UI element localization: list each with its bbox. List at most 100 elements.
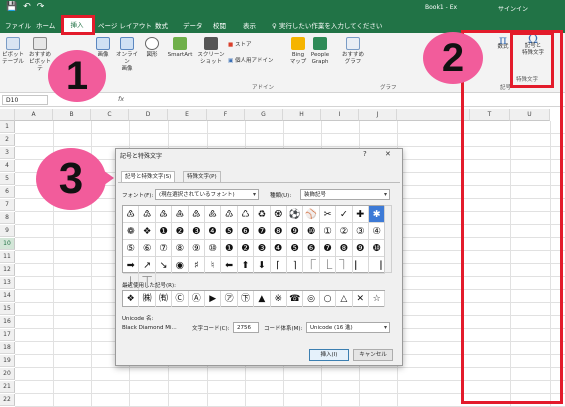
row-header[interactable]: 17: [0, 329, 15, 341]
symbol-cell[interactable]: ❻: [237, 223, 255, 240]
symbol-cell[interactable]: ❹: [270, 240, 287, 257]
symbol-cell[interactable]: ◉: [172, 257, 189, 274]
name-box[interactable]: D10: [2, 95, 48, 105]
symbol-cell[interactable]: ❼: [319, 240, 337, 257]
recent-symbol-cell[interactable]: △: [336, 291, 353, 307]
column-header[interactable]: D: [129, 109, 168, 121]
symbol-grid-scrollbar[interactable]: [384, 205, 392, 273]
symbol-cell[interactable]: ❶: [155, 223, 173, 240]
recent-symbol-cell[interactable]: ㊦: [238, 291, 255, 307]
symbol-cell[interactable]: ❷: [172, 223, 189, 240]
symbol-cell[interactable]: ❺: [287, 240, 304, 257]
symbol-cell[interactable]: ❁: [123, 223, 140, 240]
symbol-cell[interactable]: ❽: [270, 223, 287, 240]
symbol-cell[interactable]: ♶: [172, 206, 189, 223]
row-header[interactable]: 1: [0, 121, 15, 133]
close-icon[interactable]: ✕: [385, 150, 391, 158]
symbol-cell[interactable]: ❖: [139, 223, 156, 240]
pivot-table-button[interactable]: ピボット テーブル: [2, 37, 24, 66]
row-header[interactable]: 8: [0, 212, 15, 224]
symbol-cell[interactable]: ❿: [369, 240, 386, 257]
symbol-cell[interactable]: ⎾: [303, 257, 320, 274]
column-header[interactable]: J: [359, 109, 397, 121]
symbol-cell[interactable]: ❻: [303, 240, 320, 257]
symbol-cell[interactable]: ♵: [155, 206, 173, 223]
symbol-cell[interactable]: ⬆: [237, 257, 255, 274]
symbol-cell[interactable]: ♯: [188, 257, 205, 274]
row-header[interactable]: 3: [0, 147, 15, 159]
symbol-cell[interactable]: ❾: [287, 223, 304, 240]
symbol-cell[interactable]: ❷: [237, 240, 255, 257]
save-icon[interactable]: 💾: [6, 2, 17, 12]
symbol-cell[interactable]: ❽: [336, 240, 353, 257]
symbol-cell[interactable]: ⏋: [336, 257, 353, 274]
redo-icon[interactable]: ↷: [37, 2, 45, 12]
row-header[interactable]: 16: [0, 316, 15, 328]
recent-symbol-cell[interactable]: ◎: [303, 291, 320, 307]
screenshot-button[interactable]: スクリーン ショット: [196, 37, 226, 66]
symbol-cell[interactable]: ✂: [319, 206, 337, 223]
signin-link[interactable]: サインイン: [498, 4, 528, 13]
row-header[interactable]: 4: [0, 160, 15, 172]
symbol-cell[interactable]: ♳: [123, 206, 140, 223]
row-header[interactable]: 22: [0, 394, 15, 406]
column-header[interactable]: H: [283, 109, 321, 121]
tab-view[interactable]: 表示: [243, 20, 256, 30]
recent-symbol-cell[interactable]: Ⓒ: [172, 291, 189, 307]
tab-formulas[interactable]: 数式: [155, 20, 168, 30]
recent-symbol-cell[interactable]: ▲: [254, 291, 271, 307]
symbol-cell[interactable]: ❿: [303, 223, 320, 240]
cancel-button[interactable]: キャンセル: [353, 349, 393, 361]
symbol-cell[interactable]: ②: [336, 223, 353, 240]
symbol-cell[interactable]: ✓: [336, 206, 353, 223]
symbol-cell[interactable]: ♻: [254, 206, 271, 223]
symbol-cell[interactable]: ↘: [155, 257, 173, 274]
recent-symbol-cell[interactable]: ○: [320, 291, 337, 307]
image-button[interactable]: 画像: [94, 37, 112, 59]
symbol-cell[interactable]: ♴: [139, 206, 156, 223]
font-select[interactable]: (現在選択されているフォント): [155, 189, 259, 200]
row-header[interactable]: 6: [0, 186, 15, 198]
symbol-cell[interactable]: ♹: [221, 206, 238, 223]
symbol-cell[interactable]: ♼: [270, 206, 287, 223]
symbol-cell[interactable]: ❾: [352, 240, 369, 257]
column-header[interactable]: A: [15, 109, 53, 121]
column-header[interactable]: F: [207, 109, 245, 121]
row-header[interactable]: 20: [0, 368, 15, 380]
symbol-cell[interactable]: ❸: [254, 240, 271, 257]
tab-data[interactable]: データ: [183, 20, 203, 30]
row-header[interactable]: 13: [0, 277, 15, 289]
recent-symbol-cell[interactable]: ✕: [353, 291, 369, 307]
row-header[interactable]: 15: [0, 303, 15, 315]
symbol-cell[interactable]: ➡: [123, 257, 140, 274]
symbol-cell[interactable]: ⌈: [270, 257, 287, 274]
recent-symbol-cell[interactable]: ※: [271, 291, 287, 307]
undo-icon[interactable]: ↶: [23, 2, 31, 12]
subset-select[interactable]: 装飾記号: [300, 189, 390, 200]
symbol-cell[interactable]: ⑤: [123, 240, 140, 257]
symbol-cell[interactable]: ♸: [205, 206, 222, 223]
row-header[interactable]: 5: [0, 173, 15, 185]
shapes-button[interactable]: 図形: [143, 37, 161, 59]
column-header[interactable]: I: [321, 109, 359, 121]
tell-me-search[interactable]: ♀ 実行したい作業を入力してください: [272, 20, 382, 30]
symbol-cell[interactable]: ③: [352, 223, 369, 240]
tab-file[interactable]: ファイル: [5, 20, 31, 30]
recent-symbol-cell[interactable]: ☆: [369, 291, 386, 307]
symbol-cell[interactable]: ❶: [221, 240, 238, 257]
row-header[interactable]: 19: [0, 355, 15, 367]
symbol-cell[interactable]: ♷: [188, 206, 205, 223]
column-header[interactable]: E: [168, 109, 207, 121]
recent-symbol-cell[interactable]: ☎: [287, 291, 304, 307]
tab-home[interactable]: ホーム: [36, 20, 55, 30]
row-header[interactable]: 10: [0, 238, 15, 250]
recent-symbol-cell[interactable]: ㈲: [156, 291, 173, 307]
row-header[interactable]: 14: [0, 290, 15, 302]
symbol-cell[interactable]: ❼: [254, 223, 271, 240]
symbol-cell[interactable]: ❸: [188, 223, 205, 240]
row-header[interactable]: 7: [0, 199, 15, 211]
recommended-charts-button[interactable]: おすすめ グラフ: [340, 37, 366, 66]
recent-symbol-cell[interactable]: ㈱: [139, 291, 156, 307]
my-addins-button[interactable]: ▣ 個人用アドイン: [228, 58, 283, 65]
symbol-cell[interactable]: ⎸: [352, 257, 369, 274]
